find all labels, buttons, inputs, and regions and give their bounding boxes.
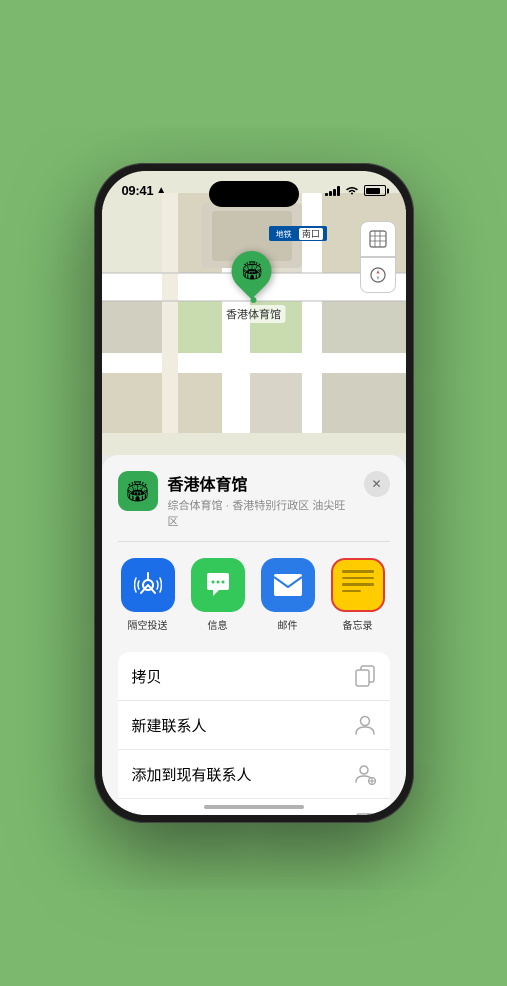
new-contact-label: 新建联系人 <box>132 715 207 736</box>
signal-bars-icon <box>325 186 340 196</box>
phone-screen: 09:41 ▲ <box>102 171 406 815</box>
compass-icon <box>369 266 387 284</box>
messages-icon <box>191 558 245 612</box>
mail-label: 邮件 <box>278 617 298 632</box>
marker-label: 香港体育馆 <box>222 305 285 323</box>
notes-lines <box>342 568 374 592</box>
quick-note-icon <box>354 812 376 815</box>
action-copy[interactable]: 拷贝 <box>118 652 390 701</box>
compass-button[interactable] <box>360 257 396 293</box>
action-new-contact[interactable]: 新建联系人 <box>118 701 390 750</box>
bottom-sheet: 🏟 香港体育馆 综合体育馆 · 香港特别行政区 油尖旺区 ✕ <box>102 455 406 815</box>
messages-label: 信息 <box>208 617 228 632</box>
copy-label: 拷贝 <box>132 666 162 687</box>
quick-note-label: 添加到新快速备忘录 <box>132 813 267 816</box>
action-add-contact[interactable]: 添加到现有联系人 <box>118 750 390 799</box>
status-time: 09:41 <box>122 183 154 198</box>
notes-icon <box>331 558 385 612</box>
share-item-airdrop[interactable]: 隔空投送 <box>118 558 178 632</box>
home-indicator <box>204 805 304 809</box>
airdrop-icon <box>121 558 175 612</box>
action-list: 拷贝 新建联系人 添加到现有联系人 <box>118 652 390 815</box>
dynamic-island <box>209 181 299 207</box>
map-controls <box>360 221 396 293</box>
add-contact-icon <box>354 763 376 785</box>
phone-frame: 09:41 ▲ <box>94 163 414 823</box>
add-contact-label: 添加到现有联系人 <box>132 764 252 785</box>
share-item-mail[interactable]: 邮件 <box>258 558 318 632</box>
airdrop-label: 隔空投送 <box>128 617 168 632</box>
share-item-messages[interactable]: 信息 <box>188 558 248 632</box>
map-area[interactable]: 地铁 南口 🏟 香港体育馆 <box>102 171 406 455</box>
venue-info: 香港体育馆 综合体育馆 · 香港特别行政区 油尖旺区 <box>168 471 354 529</box>
share-item-notes[interactable]: 备忘录 <box>328 558 388 632</box>
wifi-icon <box>345 183 359 198</box>
copy-icon <box>354 665 376 687</box>
share-row: 隔空投送 信息 <box>118 558 390 636</box>
map-type-icon <box>369 230 387 248</box>
subway-label: 地铁 南口 <box>269 226 327 241</box>
location-icon: ▲ <box>156 185 166 196</box>
venue-subtitle: 综合体育馆 · 香港特别行政区 油尖旺区 <box>168 497 354 529</box>
notes-label: 备忘录 <box>343 617 373 632</box>
venue-header: 🏟 香港体育馆 综合体育馆 · 香港特别行政区 油尖旺区 ✕ <box>118 471 390 542</box>
location-marker: 🏟 香港体育馆 <box>222 251 285 323</box>
map-type-button[interactable] <box>360 221 396 257</box>
close-button[interactable]: ✕ <box>364 471 390 497</box>
venue-name: 香港体育馆 <box>168 471 354 495</box>
marker-emoji: 🏟 <box>240 260 263 281</box>
venue-icon: 🏟 <box>118 471 158 511</box>
mail-icon <box>261 558 315 612</box>
status-icons <box>325 183 386 198</box>
battery-icon <box>364 185 386 196</box>
new-contact-icon <box>354 714 376 736</box>
